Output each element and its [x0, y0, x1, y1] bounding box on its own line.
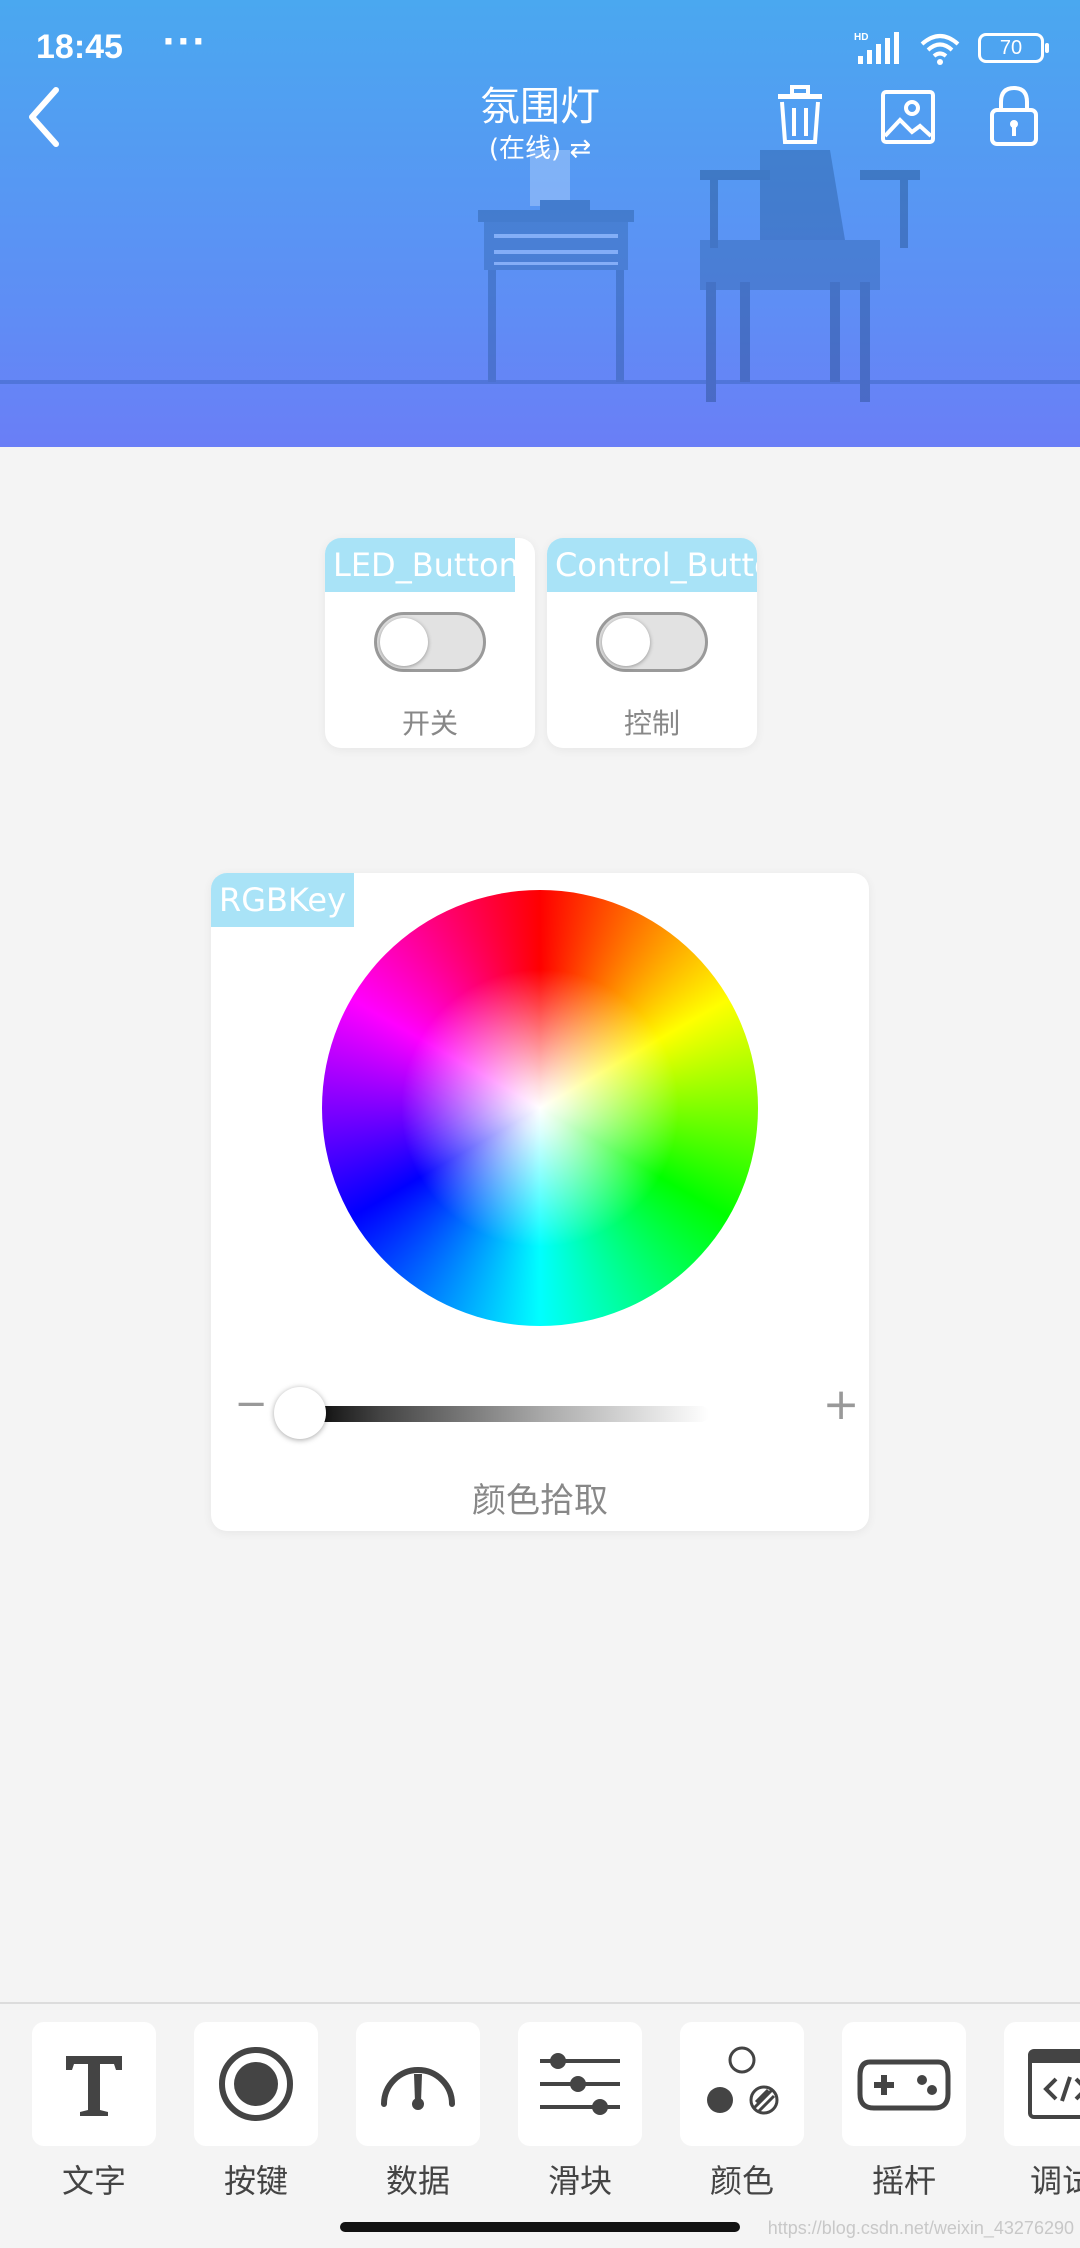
code-icon [1028, 2049, 1080, 2119]
led-toggle-switch[interactable] [374, 612, 486, 672]
text-icon [66, 2056, 122, 2116]
tool-label: 摇杆 [871, 2162, 936, 2200]
status-time: 18:45 [36, 28, 123, 66]
color-icon [707, 2046, 779, 2115]
rgb-color-widget: RGBKey − + 颜色拾取 [211, 873, 869, 1531]
control-button-widget[interactable]: Control_Button 控制 [547, 538, 757, 748]
widget-tag: Control_Button [547, 538, 757, 592]
app-header: 18:45 ··· HD 70 氛围灯 (在线) ⇄ [0, 0, 1080, 447]
tool-joystick[interactable]: 摇杆 [842, 2022, 968, 2202]
control-toggle-switch[interactable] [596, 612, 708, 672]
tool-button[interactable]: 按键 [194, 2022, 320, 2202]
brightness-decrease-button[interactable]: − [233, 1381, 269, 1431]
widget-caption: 开关 [401, 707, 458, 740]
data-tool-tile [356, 2022, 480, 2146]
brightness-slider-track[interactable] [299, 1406, 709, 1422]
slider-icon [540, 2053, 620, 2115]
wifi-icon [920, 34, 960, 65]
toggle-knob [380, 618, 428, 666]
network-type-label: HD [854, 32, 868, 43]
widget-tag: RGBKey [211, 873, 354, 927]
debug-tool-tile [1004, 2022, 1080, 2146]
tool-color[interactable]: 颜色 [680, 2022, 806, 2202]
tool-debug[interactable]: 调试 [1004, 2022, 1080, 2202]
gauge-icon [381, 2067, 455, 2110]
watermark: https://blog.csdn.net/weixin_43276290 [767, 2218, 1074, 2238]
brightness-slider-thumb[interactable] [274, 1387, 326, 1439]
tool-label: 文字 [61, 2162, 126, 2200]
widget-caption: 颜色拾取 [472, 1481, 608, 1521]
tool-slider[interactable]: 滑块 [518, 2022, 644, 2202]
status-more-dots: ··· [162, 22, 207, 62]
color-tool-tile [680, 2022, 804, 2146]
tool-label: 数据 [385, 2162, 450, 2200]
tool-label: 滑块 [547, 2162, 612, 2200]
home-indicator[interactable] [340, 2222, 740, 2232]
trash-icon[interactable] [770, 84, 830, 148]
led-button-widget[interactable]: LED_Button 开关 [325, 538, 535, 748]
color-wheel[interactable] [322, 890, 758, 1326]
status-indicators: HD 70 [854, 28, 1049, 68]
cellular-signal-icon: HD [854, 32, 899, 64]
lock-icon[interactable] [984, 84, 1044, 148]
joystick-tool-tile [842, 2022, 966, 2146]
brightness-increase-button[interactable]: + [821, 1379, 861, 1430]
widget-caption: 控制 [623, 707, 680, 740]
toggle-knob [602, 618, 650, 666]
tool-label: 调试 [1030, 2162, 1080, 2200]
gamepad-icon [857, 2059, 951, 2111]
battery-indicator: 70 [978, 33, 1049, 63]
tool-label: 按键 [223, 2162, 288, 2200]
text-tool-tile [32, 2022, 156, 2146]
tool-text[interactable]: 文字 [32, 2022, 158, 2202]
image-icon[interactable] [878, 84, 938, 148]
widget-tag: LED_Button [325, 538, 515, 592]
button-tool-tile [194, 2022, 318, 2146]
widget-toolbar: 文字 按键 数据 滑块 颜色 摇杆 调试 [0, 2002, 1080, 2248]
tool-data[interactable]: 数据 [356, 2022, 482, 2202]
button-icon [219, 2047, 293, 2121]
slider-tool-tile [518, 2022, 642, 2146]
tool-label: 颜色 [709, 2162, 774, 2200]
